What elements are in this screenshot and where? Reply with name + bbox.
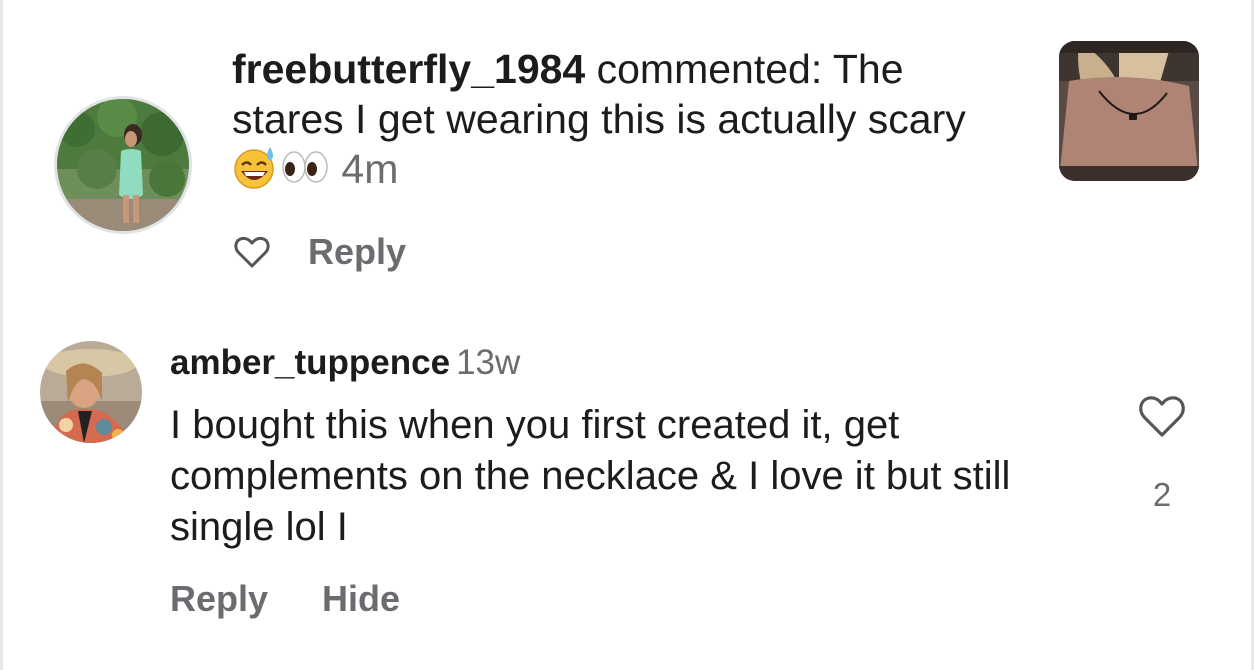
commenter-photo <box>40 341 142 443</box>
sweat-smile-emoji <box>232 145 280 200</box>
eyes-emoji <box>280 145 330 200</box>
comment-text: I bought this when you first created it,… <box>170 403 1011 549</box>
notification-reply-button[interactable]: Reply <box>308 231 406 273</box>
comment-username[interactable]: amber_tuppence <box>170 343 450 382</box>
comment-time: 13w <box>456 343 521 382</box>
comment-reply-button[interactable]: Reply <box>170 578 268 620</box>
comment-hide-button[interactable]: Hide <box>322 578 400 620</box>
comment-header: amber_tuppence 13w <box>170 343 520 383</box>
avatar-photo <box>57 99 189 231</box>
notification-time: 4m <box>341 146 399 192</box>
comment-avatar[interactable] <box>40 341 142 443</box>
frame-edge-left <box>0 0 3 670</box>
comment-like-count: 2 <box>1152 476 1172 513</box>
notification-actions: Reply <box>232 230 406 274</box>
comment-actions: Reply Hide <box>170 578 400 620</box>
heart-outline-icon[interactable] <box>232 232 272 272</box>
post-thumbnail[interactable] <box>1059 41 1199 181</box>
notification-avatar[interactable] <box>54 96 192 234</box>
heart-outline-icon[interactable] <box>1136 393 1188 439</box>
notification-username[interactable]: freebutterfly_1984 <box>232 46 585 92</box>
thumbnail-photo <box>1059 41 1199 181</box>
notification-text: freebutterfly_1984 commented: The stares… <box>232 44 1012 200</box>
